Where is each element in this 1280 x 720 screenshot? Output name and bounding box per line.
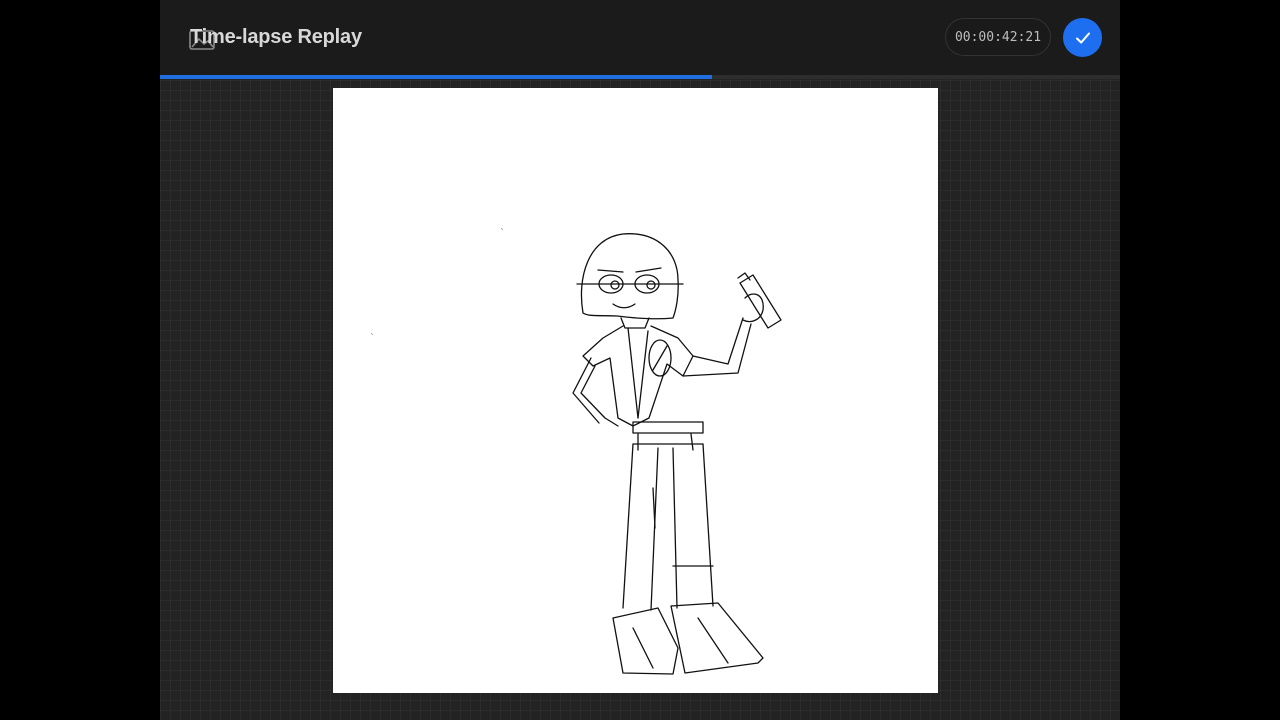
timestamp-badge: 00:00:42:21 [945, 18, 1051, 56]
drawing-canvas [333, 88, 938, 693]
top-bar: Time-lapse Replay 00:00:42:21 [160, 0, 1120, 75]
page-title: Time-lapse Replay [190, 26, 362, 48]
playback-progress-fill [160, 75, 712, 79]
playback-progress-track[interactable] [160, 75, 1120, 79]
done-button[interactable] [1063, 18, 1102, 57]
checkmark-icon [1075, 32, 1090, 43]
timelapse-replay-screen: Time-lapse Replay 00:00:42:21 [160, 0, 1120, 720]
character-sketch [370, 227, 782, 675]
